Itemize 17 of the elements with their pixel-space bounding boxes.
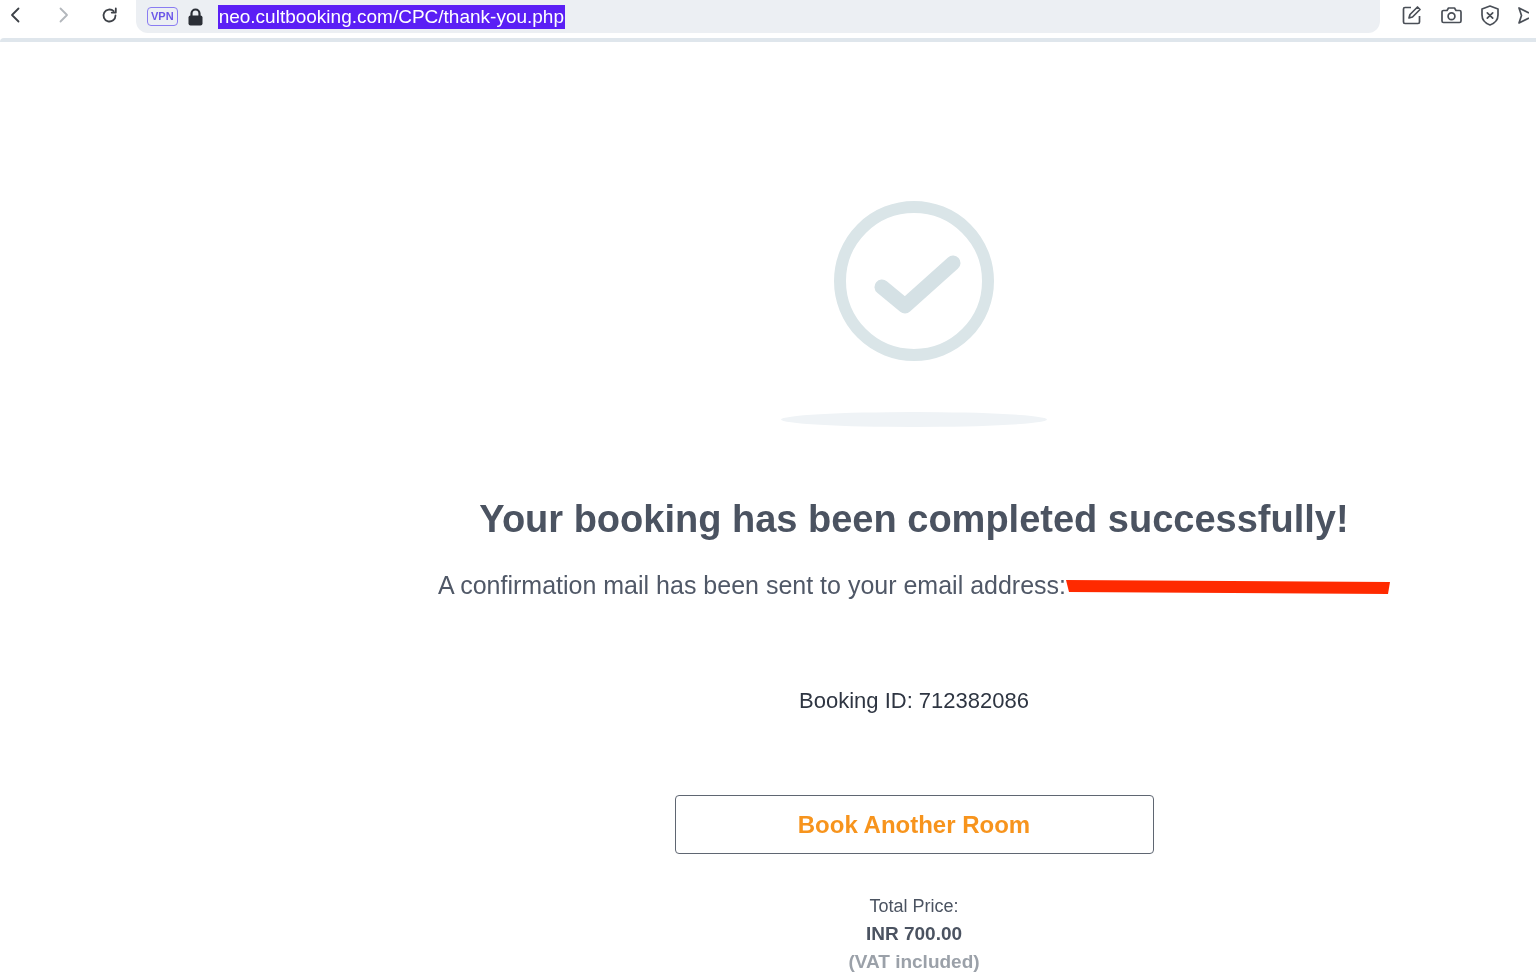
vat-note: (VAT included)	[848, 950, 980, 974]
book-another-room-button[interactable]: Book Another Room	[674, 795, 1154, 854]
vpn-badge[interactable]: VPN	[147, 7, 178, 26]
booking-id: Booking ID: 712382086	[799, 687, 1029, 715]
total-price-label: Total Price:	[869, 895, 959, 918]
back-icon[interactable]	[10, 6, 20, 24]
total-price-amount: INR 700.00	[865, 922, 963, 946]
url-text[interactable]: neo.cultbooking.com/CPC/thank-you.php	[217, 4, 565, 29]
send-icon[interactable]	[1518, 6, 1529, 24]
camera-icon[interactable]	[1441, 6, 1462, 24]
reload-icon[interactable]	[101, 6, 118, 24]
lock-icon	[187, 7, 203, 26]
shield-x-icon[interactable]	[1481, 4, 1499, 26]
success-heading: Your booking has been completed successfully!	[479, 497, 1349, 542]
edit-icon[interactable]	[1402, 5, 1422, 25]
check-circle-icon	[834, 201, 994, 361]
confirmation-message: A confirmation mail has been sent to your email address:	[437, 570, 1067, 600]
